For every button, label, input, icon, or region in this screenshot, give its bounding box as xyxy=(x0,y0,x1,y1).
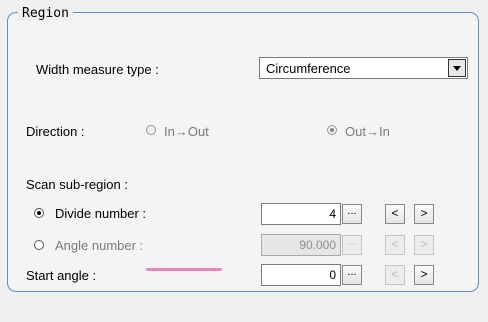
width-measure-type-label: Width measure type : xyxy=(36,62,159,77)
width-measure-type-select[interactable]: Circumference xyxy=(259,57,468,79)
angle-number-prev-button[interactable]: < xyxy=(385,235,405,255)
direction-in-out-radio[interactable] xyxy=(146,125,156,135)
angle-number-input[interactable]: 90.000 xyxy=(261,234,341,256)
scan-sub-region-label: Scan sub-region : xyxy=(26,177,128,192)
region-legend: Region xyxy=(18,6,73,21)
divide-number-next-button[interactable]: > xyxy=(414,204,434,224)
direction-out-in-label[interactable]: Out→In xyxy=(345,124,390,139)
direction-out-in-radio[interactable] xyxy=(327,125,337,135)
start-angle-prev-button[interactable]: < xyxy=(385,265,405,285)
angle-number-radio[interactable] xyxy=(34,240,44,250)
divide-number-radio[interactable] xyxy=(34,208,44,218)
start-angle-ellipsis-button[interactable]: ... xyxy=(342,265,362,285)
start-angle-label: Start angle : xyxy=(26,268,97,283)
direction-in-out-label[interactable]: In→Out xyxy=(164,124,209,139)
direction-label: Direction : xyxy=(26,124,85,139)
divide-number-input[interactable]: 4 xyxy=(261,203,341,225)
divide-number-label[interactable]: Divide number : xyxy=(55,206,146,221)
start-angle-next-button[interactable]: > xyxy=(414,265,434,285)
divide-number-ellipsis-button[interactable]: ... xyxy=(342,204,362,224)
angle-number-label[interactable]: Angle number : xyxy=(55,238,143,253)
highlight-underline xyxy=(146,268,222,271)
divide-number-prev-button[interactable]: < xyxy=(385,204,405,224)
angle-number-next-button[interactable]: > xyxy=(414,235,434,255)
start-angle-input[interactable]: 0 xyxy=(261,264,341,286)
width-measure-type-value: Circumference xyxy=(266,61,351,76)
dropdown-arrow-icon[interactable] xyxy=(448,59,466,77)
angle-number-ellipsis-button[interactable]: ... xyxy=(342,235,362,255)
